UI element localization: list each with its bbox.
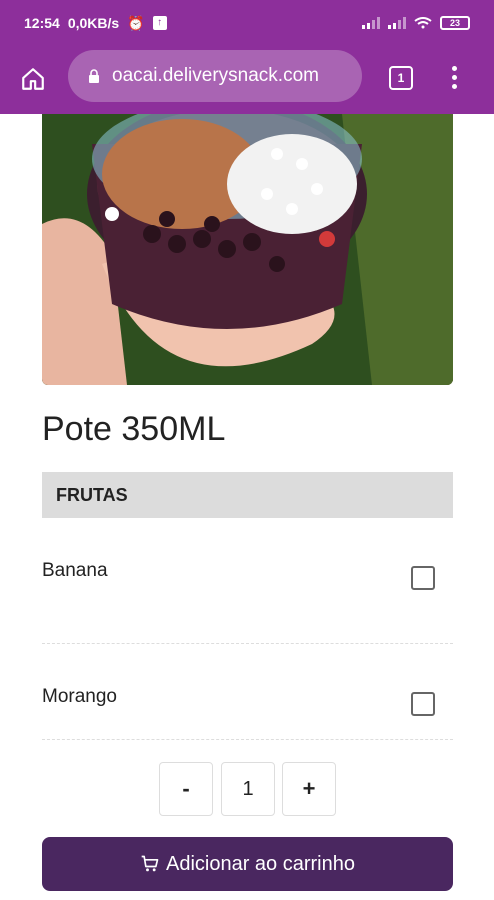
option-checkbox[interactable] [411,692,435,716]
alarm-icon: ⏰ [127,14,145,31]
battery-icon: 23 [440,16,470,30]
cart-icon [141,855,159,872]
page-content: Pote 350ML FRUTAS Banana Morango - 1 + A… [0,114,494,900]
address-bar[interactable]: oacai.deliverysnack.com [68,50,362,102]
product-photo-illustration [42,114,453,385]
home-button[interactable] [18,64,48,94]
quantity-increase-button[interactable]: + [282,762,336,816]
quantity-decrease-button[interactable]: - [159,762,213,816]
option-label: Morango [42,686,117,707]
signal-icon-1 [362,17,380,29]
status-network-speed: 0,0KB/s [67,15,120,31]
lock-icon [89,69,99,83]
option-checkbox[interactable] [411,566,435,590]
option-label: Banana [42,560,108,581]
status-right: 23 [362,16,470,30]
menu-button[interactable] [444,62,464,92]
menu-dot-icon [451,74,457,80]
menu-dot-icon [451,83,457,89]
status-time: 12:54 [24,15,60,31]
add-to-cart-button[interactable]: Adicionar ao carrinho [42,837,453,891]
option-banana[interactable]: Banana [42,560,453,630]
browser-topbar: 12:54 0,0KB/s ⏰ ↑ 23 oacai.deliverysnack… [0,0,494,114]
section-header-frutas: FRUTAS [42,472,453,518]
status-bar: 12:54 0,0KB/s ⏰ ↑ 23 [0,0,494,46]
signal-icon-2 [388,17,406,29]
divider [42,739,453,740]
url-row: oacai.deliverysnack.com 1 [0,46,494,110]
menu-dot-icon [451,65,457,71]
product-title: Pote 350ML [42,410,226,448]
option-morango[interactable]: Morango [42,686,453,756]
add-to-cart-label: Adicionar ao carrinho [166,852,355,875]
upload-icon: ↑ [152,16,167,30]
product-image [42,114,453,385]
tabs-button[interactable]: 1 [389,66,413,90]
quantity-value[interactable]: 1 [221,762,275,816]
wifi-icon [414,17,432,29]
home-icon [22,68,44,90]
status-left: 12:54 0,0KB/s ⏰ ↑ [24,15,167,32]
divider [42,643,453,644]
url-text: oacai.deliverysnack.com [112,65,319,86]
